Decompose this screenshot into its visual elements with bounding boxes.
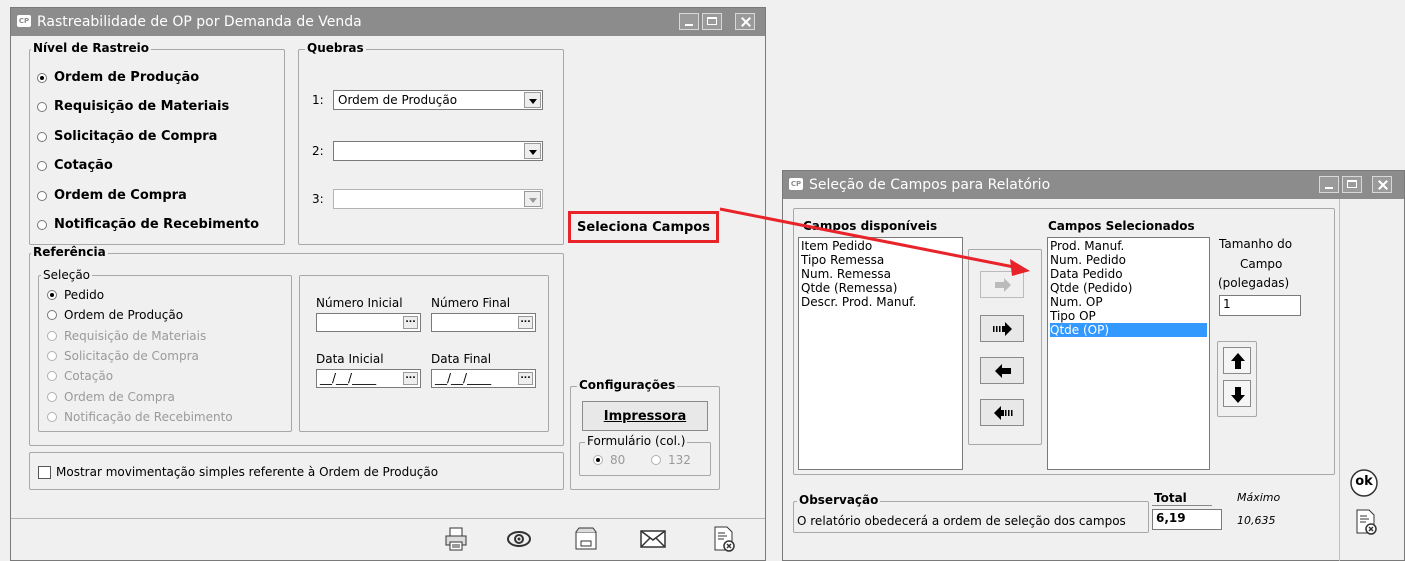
annotation-arrow [719, 207, 1030, 276]
